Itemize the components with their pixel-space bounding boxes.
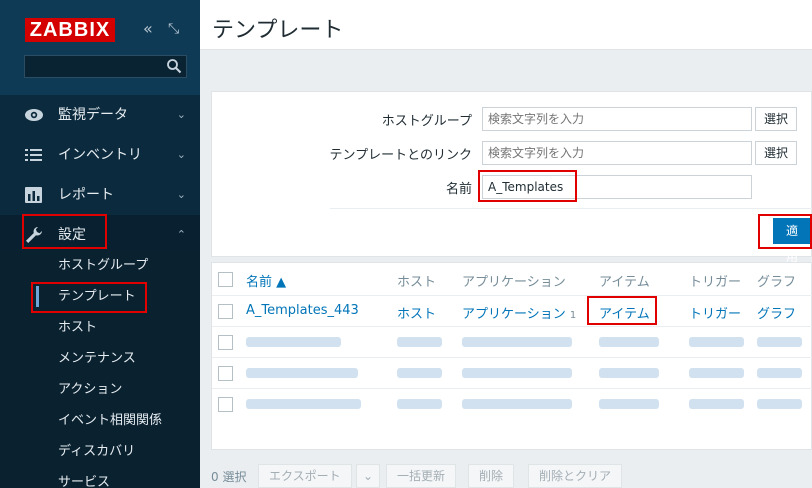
- table-row: [212, 388, 812, 419]
- blurred-cell: [246, 337, 341, 347]
- kiosk-mode-icon[interactable]: ⤡: [168, 18, 179, 40]
- export-dropdown-button[interactable]: ⌄: [356, 464, 381, 488]
- column-applications-header: アプリケーション: [462, 275, 566, 290]
- linked-templates-input[interactable]: [482, 141, 752, 165]
- linked-templates-select-button[interactable]: 選択: [755, 141, 798, 165]
- menu-label: 監視データ: [58, 107, 128, 123]
- highlight-box: [758, 214, 812, 249]
- mass-update-button[interactable]: 一括更新: [386, 464, 457, 488]
- blurred-cell: [462, 399, 572, 409]
- blurred-cell: [599, 399, 659, 409]
- chevron-down-icon: ⌄: [176, 148, 186, 161]
- blurred-cell: [689, 337, 744, 347]
- sidebar: ZABBIX « ⤡ 監視データ ⌄ インベントリ ⌄ レポート ⌄ 設定 ⌃ …: [0, 0, 200, 488]
- select-all-checkbox[interactable]: [218, 272, 233, 287]
- blurred-cell: [397, 399, 442, 409]
- submenu-host-groups[interactable]: ホストグループ: [0, 250, 200, 281]
- highlight-box: [587, 296, 657, 325]
- name-label: 名前: [445, 182, 472, 197]
- chevron-down-icon: ⌄: [176, 108, 186, 121]
- blurred-cell: [246, 368, 358, 378]
- highlight-box: [31, 282, 147, 313]
- blurred-cell: [397, 337, 442, 347]
- blurred-cell: [397, 368, 442, 378]
- host-group-label: ホストグループ: [381, 114, 472, 129]
- search-icon[interactable]: [166, 58, 182, 74]
- applications-count: 1: [569, 310, 577, 321]
- graphs-link[interactable]: グラフ: [757, 303, 796, 322]
- menu-monitoring[interactable]: 監視データ ⌄: [0, 95, 200, 135]
- hosts-link[interactable]: ホスト: [397, 303, 436, 322]
- templates-table: 名前 ▲ ホスト アプリケーション アイテム トリガー グラフ A_Templa…: [211, 262, 812, 450]
- menu-inventory[interactable]: インベントリ ⌄: [0, 135, 200, 175]
- column-hosts-header: ホスト: [397, 275, 437, 290]
- filter-panel: ホストグループ 選択 テンプレートとのリンク 選択 名前 適用: [211, 91, 812, 264]
- bar-chart-icon: [25, 187, 42, 203]
- delete-button[interactable]: 削除: [468, 464, 515, 488]
- highlight-box: [22, 214, 107, 249]
- table-row: [212, 326, 812, 357]
- triggers-link[interactable]: トリガー: [689, 303, 741, 322]
- blurred-cell: [689, 368, 744, 378]
- linked-templates-label: テンプレートとのリンク: [329, 148, 472, 163]
- page-title: テンプレート: [212, 18, 344, 43]
- submenu-actions[interactable]: アクション: [0, 374, 200, 405]
- chevron-down-icon: ⌄: [176, 188, 186, 201]
- table-row: [212, 357, 812, 388]
- blurred-cell: [599, 337, 659, 347]
- sidebar-header: ZABBIX « ⤡: [0, 0, 200, 95]
- submenu-services[interactable]: サービス: [0, 467, 200, 488]
- zabbix-logo[interactable]: ZABBIX: [25, 18, 115, 42]
- export-button[interactable]: エクスポート: [258, 464, 352, 488]
- submenu-maintenance[interactable]: メンテナンス: [0, 343, 200, 374]
- menu-reports[interactable]: レポート ⌄: [0, 175, 200, 215]
- blurred-cell: [246, 399, 361, 409]
- delete-and-clear-button[interactable]: 削除とクリア: [528, 464, 623, 488]
- row-checkbox[interactable]: [218, 366, 233, 381]
- row-checkbox[interactable]: [218, 397, 233, 412]
- blurred-cell: [757, 399, 802, 409]
- blurred-cell: [462, 337, 572, 347]
- eye-icon: [25, 109, 43, 121]
- blurred-cell: [689, 399, 744, 409]
- submenu-event-correlation[interactable]: イベント相関関係: [0, 405, 200, 436]
- host-group-select-button[interactable]: 選択: [755, 107, 798, 131]
- blurred-cell: [462, 368, 572, 378]
- divider: [330, 208, 812, 209]
- table-row: A_Templates_443 ホスト アプリケーション 1 アイテム トリガー…: [212, 295, 812, 326]
- collapse-sidebar-icon[interactable]: «: [143, 18, 153, 40]
- submenu-discovery[interactable]: ディスカバリ: [0, 436, 200, 467]
- submenu-hosts[interactable]: ホスト: [0, 312, 200, 343]
- row-checkbox[interactable]: [218, 335, 233, 350]
- column-triggers-header: トリガー: [689, 275, 742, 290]
- blurred-cell: [757, 337, 802, 347]
- page-header: テンプレート: [200, 0, 812, 50]
- menu-label: レポート: [58, 187, 114, 203]
- chevron-up-icon: ⌃: [176, 228, 186, 241]
- column-items-header: アイテム: [599, 275, 650, 290]
- host-group-input[interactable]: [482, 107, 752, 131]
- menu-label: インベントリ: [58, 147, 142, 163]
- applications-link[interactable]: アプリケーション: [462, 307, 566, 322]
- sidebar-search-input[interactable]: [24, 55, 187, 78]
- mass-actions-bar: 0 選択 エクスポート ⌄ 一括更新 削除 削除とクリア: [211, 462, 812, 488]
- template-name-link[interactable]: A_Templates_443: [246, 303, 359, 318]
- column-name-header[interactable]: 名前 ▲: [246, 271, 286, 290]
- blurred-cell: [599, 368, 659, 378]
- highlight-box: [478, 170, 577, 202]
- list-icon: [25, 149, 42, 161]
- column-graphs-header: グラフ: [757, 275, 797, 290]
- blurred-cell: [757, 368, 802, 378]
- selected-count: 0 選択: [211, 470, 247, 484]
- row-checkbox[interactable]: [218, 304, 233, 319]
